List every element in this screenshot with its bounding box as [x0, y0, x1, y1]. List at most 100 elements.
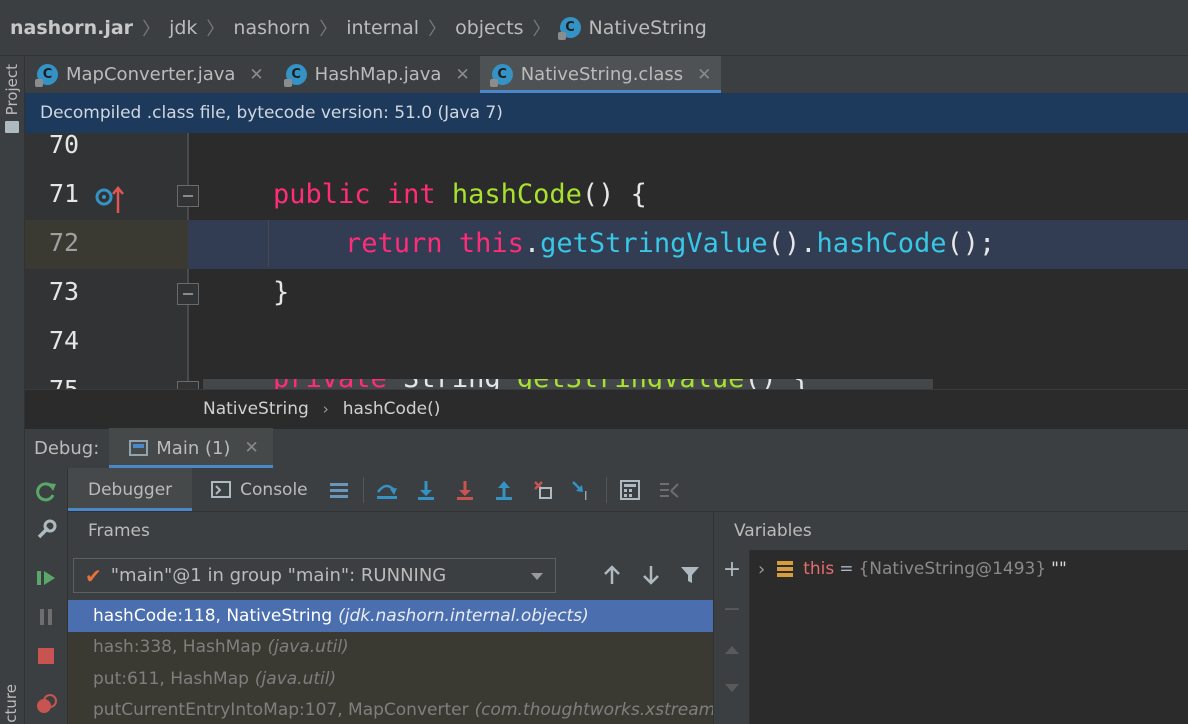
tab-console[interactable]: Console: [192, 468, 320, 511]
breadcrumb-item-internal[interactable]: internal: [346, 17, 419, 39]
filter-icon[interactable]: [676, 561, 704, 589]
variable-value: "": [1051, 559, 1067, 579]
frame-method: putCurrentEntryIntoMap:107, MapConverter: [93, 700, 469, 721]
code-text: }: [273, 277, 290, 308]
variables-title: Variables: [714, 512, 1188, 550]
project-tool-label: Project: [3, 64, 21, 116]
frame-method: hash:338, HashMap: [93, 637, 262, 658]
breadcrumb-separator: 〉: [206, 18, 225, 40]
breadcrumb-class-label: NativeString: [588, 16, 707, 39]
drop-frame-icon[interactable]: [524, 474, 563, 506]
step-into-icon[interactable]: [407, 474, 446, 506]
fold-marker[interactable]: [177, 185, 199, 207]
down-arrow-icon[interactable]: [637, 561, 665, 589]
tab-label: NativeString.class: [520, 64, 684, 85]
evaluate-icon[interactable]: [611, 474, 650, 506]
force-step-into-icon[interactable]: [446, 474, 485, 506]
fold-marker[interactable]: [177, 283, 199, 305]
console-icon: [211, 480, 232, 498]
check-icon: ✔: [85, 563, 102, 588]
up-icon[interactable]: [721, 638, 743, 660]
tab-hashmap[interactable]: C HashMap.java ✕: [274, 56, 480, 93]
tab-label: HashMap.java: [314, 64, 442, 85]
decompiled-banner: Decompiled .class file, bytecode version…: [25, 93, 1188, 133]
frame-package: (java.util): [254, 668, 337, 689]
debug-session-tab[interactable]: Main (1) ✕: [109, 428, 274, 468]
breadcrumb-item-class[interactable]: C NativeString: [557, 16, 707, 40]
code-line-current[interactable]: 72 return this.getStringValue().hashCode…: [25, 220, 1188, 269]
close-icon[interactable]: ✕: [697, 65, 711, 85]
frame-row[interactable]: hash:338, HashMap (java.util): [68, 631, 713, 663]
breadcrumb-item-jar[interactable]: nashorn.jar: [10, 17, 133, 39]
code-editor[interactable]: 70 71 public int hashCode() { 72 return …: [25, 133, 1188, 389]
variable-row[interactable]: › this = {NativeString@1493} "": [758, 556, 1067, 582]
override-icon[interactable]: [95, 185, 127, 219]
remove-icon[interactable]: −: [721, 597, 743, 622]
code-line[interactable]: 70: [25, 133, 1188, 171]
banner-text: Decompiled .class file, bytecode version…: [40, 103, 503, 123]
debug-side-toolbar: [25, 468, 68, 724]
line-number: 75: [49, 375, 79, 389]
editor-tabs: C MapConverter.java ✕ C HashMap.java ✕ C…: [25, 56, 1188, 93]
project-tool-tab[interactable]: Project: [1, 64, 23, 144]
code-text: private String getStringValue() {: [273, 379, 809, 389]
frame-row[interactable]: put:611, HashMap (java.util): [68, 663, 713, 695]
pause-icon[interactable]: [34, 605, 58, 629]
variable-equals: =: [839, 559, 854, 579]
thread-dropdown[interactable]: ✔ "main"@1 in group "main": RUNNING: [73, 558, 556, 593]
breadcrumb-class[interactable]: NativeString: [203, 399, 309, 419]
up-arrow-icon[interactable]: [598, 561, 626, 589]
breakpoints-icon[interactable]: [34, 692, 58, 716]
frames-panel: Frames ✔ "main"@1 in group "main": RUNNI…: [68, 511, 713, 724]
frames-title: Frames: [68, 512, 713, 550]
line-number: 74: [49, 326, 80, 355]
menu-icon[interactable]: [320, 474, 359, 506]
indent-guide: [268, 220, 269, 267]
code-line[interactable]: 74: [25, 318, 1188, 367]
expand-arrow-icon[interactable]: ›: [758, 559, 765, 580]
close-icon[interactable]: ✕: [249, 65, 263, 85]
step-out-icon[interactable]: [485, 474, 524, 506]
add-icon[interactable]: +: [721, 557, 743, 582]
frame-row-selected[interactable]: hashCode:118, NativeString (jdk.nashorn.…: [68, 600, 713, 632]
code-line[interactable]: 73 }: [25, 269, 1188, 318]
structure-tool-tab[interactable]: cture: [2, 684, 20, 723]
down-icon[interactable]: [721, 678, 743, 700]
tab-nativestring[interactable]: C NativeString.class ✕: [479, 56, 722, 93]
frame-row[interactable]: putCurrentEntryIntoMap:107, MapConverter…: [68, 694, 713, 724]
session-icon: [129, 440, 149, 456]
tab-mapconverter[interactable]: C MapConverter.java ✕: [25, 56, 274, 93]
resume-icon[interactable]: [34, 566, 58, 590]
sticky-line-overlay: private String getStringValue() {: [203, 379, 933, 389]
variables-side-toolbar: + −: [714, 550, 750, 724]
line-number: 73: [49, 277, 80, 306]
breadcrumb-item-nashorn[interactable]: nashorn: [233, 17, 310, 39]
line-number: 72: [49, 228, 80, 257]
stop-icon[interactable]: [34, 644, 58, 668]
folder-icon: [5, 121, 19, 134]
run-to-cursor-icon[interactable]: I: [563, 474, 602, 506]
frames-title-label: Frames: [88, 521, 150, 541]
settings-icon[interactable]: [34, 518, 58, 542]
close-icon[interactable]: ✕: [455, 65, 469, 85]
tab-label: MapConverter.java: [66, 64, 236, 85]
tab-debugger[interactable]: Debugger: [68, 468, 193, 511]
breadcrumb-item-objects[interactable]: objects: [455, 17, 523, 39]
class-c-icon: C: [489, 64, 513, 87]
code-text: return this.getStringValue().hashCode();: [345, 228, 996, 259]
line-number: 71: [49, 179, 80, 208]
breadcrumb-method[interactable]: hashCode(): [343, 399, 441, 419]
step-over-icon[interactable]: [368, 474, 407, 506]
rerun-icon[interactable]: [34, 480, 58, 504]
variable-type: {NativeString@1493}: [858, 559, 1047, 579]
tab-debugger-label: Debugger: [88, 479, 173, 500]
class-c-icon: C: [35, 64, 58, 87]
breadcrumb-item-jdk[interactable]: jdk: [169, 17, 197, 39]
fold-marker[interactable]: [177, 381, 199, 389]
code-line[interactable]: 71 public int hashCode() {: [25, 171, 1188, 220]
frames-controls: ✔ "main"@1 in group "main": RUNNING: [68, 550, 713, 600]
frame-method: put:611, HashMap: [93, 668, 249, 689]
trace-icon[interactable]: [650, 474, 689, 506]
field-icon: [777, 561, 794, 577]
close-icon[interactable]: ✕: [244, 438, 258, 458]
